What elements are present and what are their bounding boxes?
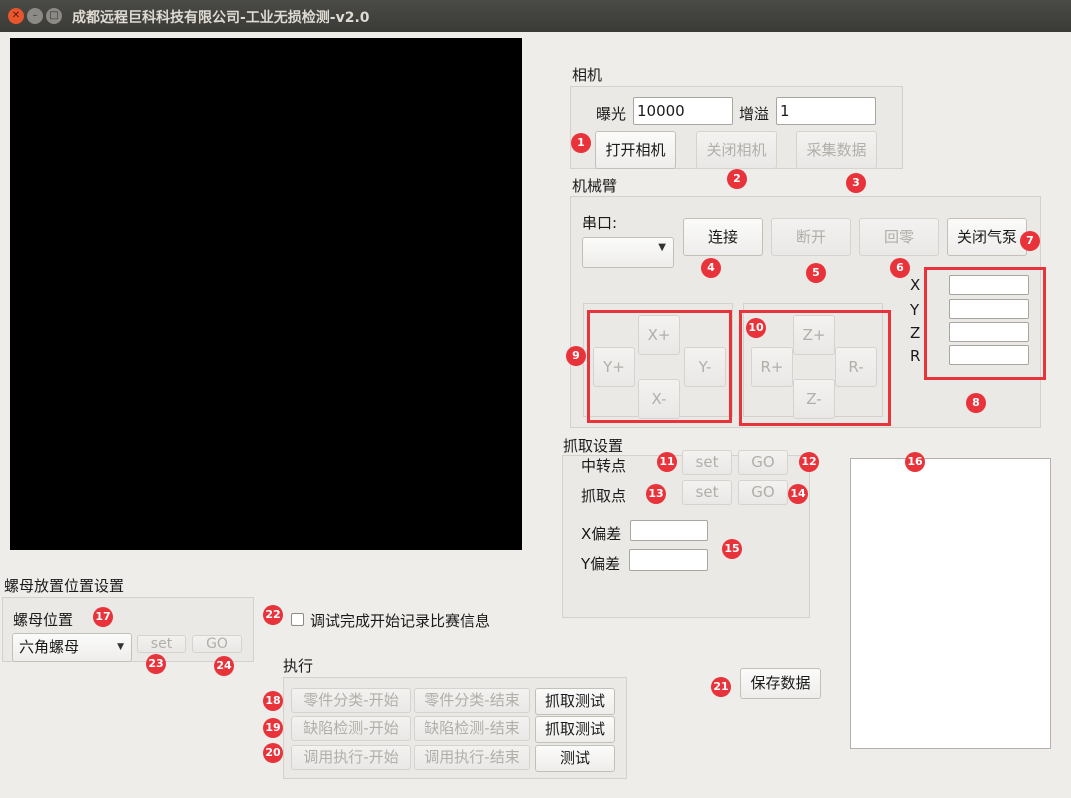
annotation-badge: 16 [905,452,925,472]
grab-test-button-1[interactable]: 抓取测试 [535,688,615,715]
classify-end-button[interactable]: 零件分类-结束 [414,688,530,713]
y-offset-input[interactable] [629,549,708,571]
annotation-badge: 14 [788,484,808,504]
camera-group-label: 相机 [572,66,603,84]
gain-input[interactable]: 1 [776,97,876,125]
close-camera-button[interactable]: 关闭相机 [696,131,777,169]
camera-view [10,38,522,550]
serial-port-select[interactable]: ▼ [582,237,674,268]
transfer-go-button[interactable]: GO [738,450,788,475]
coord-label-y: Y [910,301,920,319]
disconnect-button[interactable]: 断开 [771,218,851,256]
x-minus-button[interactable]: X- [638,379,680,419]
y-plus-button[interactable]: Y+ [593,347,635,387]
y-offset-label: Y偏差 [581,555,621,573]
execute-group-label: 执行 [283,657,314,675]
annotation-badge: 22 [263,605,283,625]
annotation-badge: 10 [746,318,766,338]
annotation-badge: 2 [727,169,747,189]
annotation-badge: 17 [93,607,113,627]
open-camera-button[interactable]: 打开相机 [595,131,676,169]
annotation-badge: 20 [263,743,283,763]
annotation-badge: 1 [571,133,591,153]
coord-label-z: Z [910,324,921,342]
y-minus-button[interactable]: Y- [684,347,726,387]
gain-label: 增溢 [739,105,770,123]
annotation-badge: 15 [722,539,742,559]
annotation-badge: 5 [806,263,826,283]
z-plus-button[interactable]: Z+ [793,315,835,355]
capture-data-button[interactable]: 采集数据 [796,131,877,169]
annotation-badge: 4 [701,258,721,278]
nut-position-select[interactable]: 六角螺母 ▼ [12,633,132,662]
annotation-badge: 18 [263,691,283,711]
window-title: 成都远程巨科科技有限公司-工业无损检测-v2.0 [72,10,370,26]
connect-button[interactable]: 连接 [683,218,763,256]
annotation-badge: 12 [799,452,819,472]
coord-y-input[interactable] [949,299,1029,319]
x-offset-input[interactable] [630,520,708,541]
r-plus-button[interactable]: R+ [751,347,793,387]
annotation-badge: 21 [711,677,731,697]
exposure-label: 曝光 [596,105,627,123]
annotation-badge: 8 [966,393,986,413]
grab-set-button[interactable]: set [682,480,732,505]
annotation-badge: 19 [263,718,283,738]
grab-test-button-2[interactable]: 抓取测试 [535,716,615,743]
debug-record-checkbox[interactable] [291,613,304,626]
info-list[interactable] [850,458,1051,749]
debug-record-label: 调试完成开始记录比赛信息 [310,612,491,630]
coord-label-x: X [910,276,921,294]
save-data-button[interactable]: 保存数据 [740,668,821,699]
annotation-badge: 13 [646,484,666,504]
annotation-badge: 7 [1020,231,1040,251]
classify-start-button[interactable]: 零件分类-开始 [291,688,411,713]
coord-z-input[interactable] [949,322,1029,342]
minimize-window-icon[interactable]: – [27,8,43,24]
transfer-point-label: 中转点 [581,457,627,475]
invoke-end-button[interactable]: 调用执行-结束 [414,745,530,770]
nut-set-button[interactable]: set [137,635,186,653]
maximize-window-icon[interactable]: □ [46,8,62,24]
arm-group-label: 机械臂 [572,177,618,195]
annotation-badge: 3 [846,173,866,193]
home-button[interactable]: 回零 [859,218,939,256]
defect-end-button[interactable]: 缺陷检测-结束 [414,716,530,741]
close-pump-button[interactable]: 关闭气泵 [947,218,1027,256]
nut-go-button[interactable]: GO [192,635,242,653]
serial-port-label: 串口: [582,214,618,232]
annotation-badge: 11 [657,452,677,472]
grab-group-label: 抓取设置 [563,437,624,455]
x-offset-label: X偏差 [581,525,622,543]
nut-position-label: 螺母位置 [13,611,74,629]
grab-go-button[interactable]: GO [738,480,788,505]
nut-group-label: 螺母放置位置设置 [4,577,125,595]
invoke-start-button[interactable]: 调用执行-开始 [291,745,411,770]
annotation-badge: 9 [566,346,586,366]
nut-position-value: 六角螺母 [19,638,80,656]
test-button[interactable]: 测试 [535,745,615,772]
annotation-badge: 23 [146,654,166,674]
coord-label-r: R [910,347,921,365]
annotation-badge: 6 [890,258,910,278]
chevron-down-icon: ▼ [658,242,666,253]
grab-point-label: 抓取点 [581,487,627,505]
coord-x-input[interactable] [949,275,1029,295]
x-plus-button[interactable]: X+ [638,315,680,355]
transfer-set-button[interactable]: set [682,450,732,475]
chevron-down-icon: ▼ [117,642,124,652]
coord-r-input[interactable] [949,345,1029,365]
exposure-input[interactable]: 10000 [633,97,733,125]
defect-start-button[interactable]: 缺陷检测-开始 [291,716,411,741]
annotation-badge: 24 [214,656,234,676]
r-minus-button[interactable]: R- [835,347,877,387]
z-minus-button[interactable]: Z- [793,379,835,419]
close-window-icon[interactable]: ✕ [8,8,24,24]
